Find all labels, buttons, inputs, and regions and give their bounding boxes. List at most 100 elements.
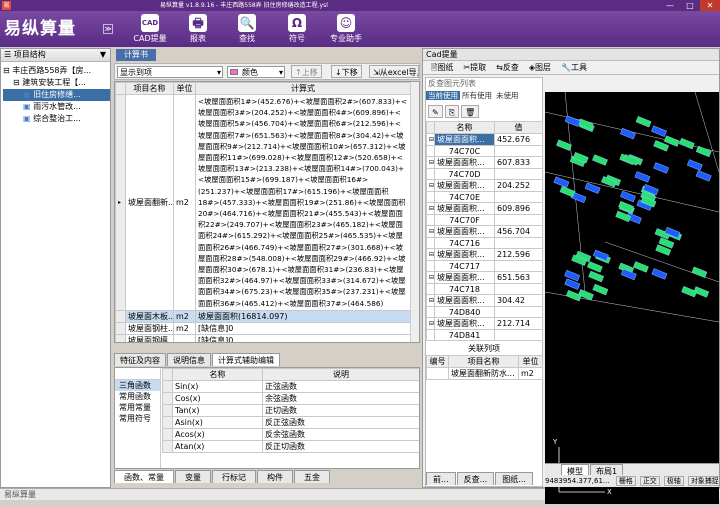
table-row[interactable]: 74D841 — [426, 329, 543, 341]
table-row[interactable]: ⊟ 坡屋面面积... 456.704 — [426, 225, 543, 238]
table-row[interactable]: 74C717 — [426, 260, 543, 272]
function-category-item[interactable]: 常用常量 — [115, 402, 160, 413]
expand-toggle-icon[interactable]: ⊟ — [3, 66, 12, 75]
tab-features[interactable]: 特征及内容 — [114, 353, 166, 366]
close-button[interactable]: ✕ — [700, 0, 720, 11]
table-row[interactable]: Tan(x) 正切函数 — [162, 404, 419, 417]
find-button[interactable]: 🔍 查找 — [225, 11, 269, 47]
function-category-list: 三角函数 常用函数 常用常量 常用符号 — [115, 368, 161, 468]
function-category-item[interactable]: 常用函数 — [115, 391, 160, 402]
tree-item[interactable]: ⊟ 丰庄西路558弄【房... — [3, 65, 110, 77]
tree-item[interactable]: ▣ 旧住房修缮... — [3, 89, 110, 101]
cad-menu-item[interactable]: 🔧工具 — [561, 63, 587, 72]
table-row[interactable]: ⊟ 坡屋面面积... 609.896 — [426, 202, 543, 215]
function-category-item[interactable]: 三角函数 — [115, 380, 160, 391]
table-row[interactable]: 74C70E — [426, 191, 543, 203]
table-row[interactable]: Cos(x) 余弦函数 — [162, 392, 419, 405]
table-row[interactable]: 74C718 — [426, 283, 543, 295]
col-header-name: 项目名称 — [125, 82, 174, 95]
tab-cad-bottom[interactable]: 反查... — [456, 472, 495, 485]
table-row[interactable]: Asin(x) 反正弦函数 — [162, 416, 419, 429]
col-header-unit: 单位 — [173, 82, 196, 95]
status-toggle-button[interactable]: 正交 — [639, 476, 660, 486]
tree-item[interactable]: ▣ 综合整治工... — [3, 113, 110, 125]
status-toggle-button[interactable]: 对象捕捉 — [687, 476, 719, 486]
move-up-button[interactable]: ↑上移 — [291, 65, 322, 78]
table-row[interactable]: 坡屋面木板... m2 坡屋面面积(16814.097) — [115, 309, 411, 323]
table-row[interactable]: 74D840 — [426, 306, 543, 318]
cad-menu-item[interactable]: ⇆反查 — [496, 63, 519, 72]
cad-extract-button[interactable]: CAD CAD提量 — [128, 11, 172, 47]
symbol-button[interactable]: Ω 符号 — [275, 11, 319, 47]
table-row[interactable]: Atan(x) 反正切函数 — [162, 440, 419, 453]
delete-icon[interactable]: 🗑 — [461, 105, 480, 118]
document-icon: ▣ — [23, 90, 34, 99]
tab-function-category[interactable]: 行标记 — [212, 470, 256, 483]
cad-menu-item[interactable]: ◈图层 — [529, 63, 551, 72]
cad-viewport[interactable]: Y X — [544, 91, 720, 504]
minimize-button[interactable]: — — [660, 0, 680, 11]
tab-calc-book[interactable]: 计算书 — [116, 49, 156, 61]
coordinate-readout: 9483954.377,61... — [545, 477, 610, 485]
status-toggle-button[interactable]: 极轴 — [663, 476, 684, 486]
search-icon: 🔍 — [238, 14, 256, 32]
report-button[interactable]: 🖶 报表 — [176, 11, 220, 47]
table-row[interactable]: ⊟ 坡屋面面积... 304.42 — [426, 294, 543, 307]
tab-review-filter[interactable]: 所有使用 — [460, 91, 494, 100]
tab-cad-bottom[interactable]: 前... — [426, 472, 456, 485]
table-row[interactable]: ⊟ 坡屋面面积... 212.596 — [426, 248, 543, 261]
building-shape — [553, 176, 570, 188]
move-down-button[interactable]: ↓下移 — [331, 65, 362, 78]
import-excel-button[interactable]: ⇲从excel导入 — [369, 65, 419, 78]
related-items-table: 编号 项目名称 单位 坡屋面翻新防水... m2 — [426, 355, 543, 380]
tree-item[interactable]: ⊟ 建筑安装工程【... — [3, 77, 110, 89]
table-row[interactable]: 坡屋面钢柱... m2 [缺信息]0 — [115, 321, 411, 335]
table-row[interactable]: 74C70D — [426, 168, 543, 180]
app-menu-button[interactable]: ≫ — [103, 24, 113, 34]
vertical-scrollbar[interactable] — [410, 82, 419, 342]
formula-cell[interactable]: <坡屋面面积1#>(452.676)+<坡屋面面积2#>(607.833)+<坡… — [195, 94, 411, 311]
tab-notes[interactable]: 说明信息 — [167, 353, 211, 366]
tree-item[interactable]: ▣ 雨污水管改... — [3, 101, 110, 113]
table-row[interactable]: ⊟ 坡屋面面积... 204.252 — [426, 179, 543, 192]
table-row[interactable]: 74C70C — [426, 145, 543, 157]
table-row[interactable]: ⊟ 坡屋面面积... 212.714 — [426, 317, 543, 330]
cad-menu-item[interactable]: ✂提取 — [463, 63, 486, 72]
collapse-icon[interactable]: ▼ — [100, 49, 106, 61]
app-logo-small: 易纵算量 — [4, 490, 36, 499]
table-row[interactable]: Sin(x) 正弦函数 — [162, 380, 419, 393]
table-row[interactable]: ⊟ 坡屋面面积... 651.563 — [426, 271, 543, 284]
tab-review-filter[interactable]: 当前使用 — [426, 91, 460, 100]
function-category-item[interactable]: 常用符号 — [115, 413, 160, 424]
copy-icon[interactable]: ⎘ — [444, 105, 460, 118]
color-select[interactable]: 颜色 ▾ — [227, 66, 285, 78]
table-row[interactable]: Acos(x) 反余弦函数 — [162, 428, 419, 441]
cad-icon: CAD — [141, 14, 159, 32]
expand-toggle-icon[interactable]: ⊟ — [13, 78, 22, 87]
tab-function-category[interactable]: 构件 — [257, 470, 293, 483]
maximize-button[interactable]: □ — [680, 0, 700, 11]
table-row[interactable]: 坡屋面翻新防水... m2 — [426, 367, 543, 380]
table-row[interactable]: 坡屋面钢檩... [缺信息]0 — [115, 333, 411, 342]
tab-function-category[interactable]: 变量 — [175, 470, 211, 483]
table-row[interactable]: 74C70F — [426, 214, 543, 226]
table-row[interactable]: ⊟ 坡屋面面积... 607.833 — [426, 156, 543, 169]
building-shape — [565, 290, 582, 302]
building-shape — [651, 268, 668, 280]
expert-assistant-button[interactable]: ☺ 专业助手 — [324, 11, 368, 47]
tab-cad-bottom[interactable]: 图纸... — [495, 472, 533, 485]
tab-formula-helper[interactable]: 计算式辅助编辑 — [212, 353, 280, 366]
project-tree-header: ☰ 项目结构 ▼ — [1, 49, 110, 62]
cad-menu-item[interactable]: 🗎图纸 — [431, 63, 453, 72]
tab-function-category[interactable]: 函数、常量 — [114, 470, 174, 483]
building-shape — [633, 261, 649, 273]
building-shape — [578, 289, 594, 301]
status-toggle-button[interactable]: 栅格 — [615, 476, 636, 486]
tab-review-filter[interactable]: 未使用 — [494, 91, 521, 100]
table-row[interactable]: 74C716 — [426, 237, 543, 249]
table-row[interactable]: ▸ 坡屋面翻新... m2 <坡屋面面积1#>(452.676)+<坡屋面面积2… — [115, 94, 411, 311]
display-level-select[interactable]: 显示到项 ▾ — [117, 66, 223, 78]
edit-icon[interactable]: ✎ — [428, 105, 443, 118]
table-row[interactable]: ⊟ 坡屋面面积... 452.676 — [426, 133, 543, 146]
tab-function-category[interactable]: 五金 — [294, 470, 330, 483]
